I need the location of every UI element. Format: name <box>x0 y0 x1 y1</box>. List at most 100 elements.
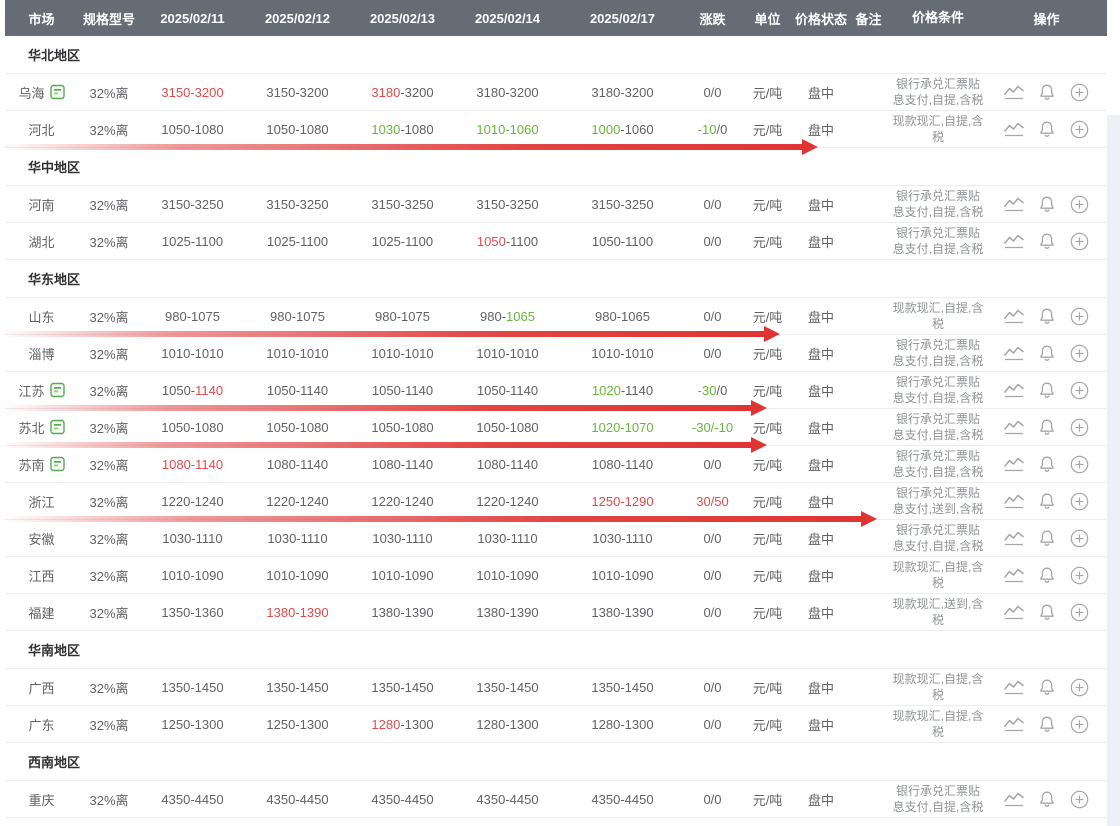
plus-circle-icon[interactable] <box>1069 491 1091 511</box>
bell-icon[interactable] <box>1036 82 1058 102</box>
line-chart-icon[interactable] <box>1003 602 1025 622</box>
bell-icon[interactable] <box>1036 417 1058 437</box>
price-segment: 980-1065 <box>595 308 650 324</box>
note-cell <box>847 594 890 630</box>
bell-icon[interactable] <box>1036 565 1058 585</box>
plus-circle-icon[interactable] <box>1069 417 1091 437</box>
plus-circle-icon[interactable] <box>1069 194 1091 214</box>
bell-icon[interactable] <box>1036 677 1058 697</box>
price-cell: 1250-1300 <box>245 706 350 742</box>
line-chart-icon[interactable] <box>1003 380 1025 400</box>
bell-icon[interactable] <box>1036 454 1058 474</box>
line-chart-icon[interactable] <box>1003 194 1025 214</box>
price-cell: 1025-1100 <box>140 223 245 259</box>
price-segment: 1050 <box>476 233 506 249</box>
line-chart-icon[interactable] <box>1003 343 1025 363</box>
bell-icon[interactable] <box>1036 491 1058 511</box>
line-chart-icon[interactable] <box>1003 528 1025 548</box>
actions-cell <box>986 335 1107 371</box>
price-cell: 1350-1450 <box>455 669 560 705</box>
spec-value: 32%离 <box>89 605 129 621</box>
note-cell <box>847 74 890 110</box>
price-cell: 1030-1110 <box>245 520 350 556</box>
change-segment: 0/0 <box>703 196 722 212</box>
actions-cell <box>986 74 1107 110</box>
plus-circle-icon[interactable] <box>1069 565 1091 585</box>
plus-circle-icon[interactable] <box>1069 231 1091 251</box>
bell-icon[interactable] <box>1036 602 1058 622</box>
plus-circle-icon[interactable] <box>1069 714 1091 734</box>
bell-icon[interactable] <box>1036 231 1058 251</box>
report-doc-icon[interactable] <box>49 419 65 435</box>
price-segment: 4350-4450 <box>266 791 329 807</box>
spec-value: 32%离 <box>89 85 129 101</box>
change-segment: 0/0 <box>703 308 722 324</box>
condition-cell: 银行承兑汇票贴息支付,自提,含税 <box>890 781 986 817</box>
col-header-status: 价格状态 <box>795 11 848 27</box>
line-chart-icon[interactable] <box>1003 119 1025 139</box>
price-table: 市场 规格型号 2025/02/11 2025/02/12 2025/02/13… <box>0 0 1107 818</box>
line-chart-icon[interactable] <box>1003 565 1025 585</box>
status-cell: 盘中 <box>795 781 847 817</box>
line-chart-icon[interactable] <box>1003 454 1025 474</box>
price-segment: 1350-1450 <box>371 679 434 695</box>
bell-icon[interactable] <box>1036 714 1058 734</box>
change-segment: 0/0 <box>703 530 722 546</box>
line-chart-icon[interactable] <box>1003 231 1025 251</box>
report-doc-icon[interactable] <box>49 84 65 100</box>
price-cell: 1010-1010 <box>140 335 245 371</box>
price-segment: 1250-1300 <box>266 716 329 732</box>
col-header-market: 市场 <box>28 11 55 27</box>
condition-cell: 现款现汇,自提,含税 <box>890 298 986 334</box>
bell-icon[interactable] <box>1036 528 1058 548</box>
line-chart-icon[interactable] <box>1003 789 1025 809</box>
line-chart-icon[interactable] <box>1003 417 1025 437</box>
report-doc-icon[interactable] <box>49 456 65 472</box>
plus-circle-icon[interactable] <box>1069 82 1091 102</box>
price-segment: 1220-1240 <box>476 493 539 509</box>
region-header: 华东地区 <box>5 260 1107 298</box>
line-chart-icon[interactable] <box>1003 677 1025 697</box>
spec-cell: 32%离 <box>78 483 140 519</box>
price-segment: 1010-1090 <box>591 567 654 583</box>
bell-icon[interactable] <box>1036 343 1058 363</box>
line-chart-icon[interactable] <box>1003 491 1025 511</box>
plus-circle-icon[interactable] <box>1069 677 1091 697</box>
change-cell: 0/0 <box>685 520 740 556</box>
plus-circle-icon[interactable] <box>1069 454 1091 474</box>
plus-circle-icon[interactable] <box>1069 119 1091 139</box>
line-chart-icon[interactable] <box>1003 306 1025 326</box>
price-segment: 1350-1360 <box>161 604 224 620</box>
plus-circle-icon[interactable] <box>1069 306 1091 326</box>
unit-cell: 元/吨 <box>740 298 795 334</box>
spec-value: 32%离 <box>89 494 129 510</box>
bell-icon[interactable] <box>1036 380 1058 400</box>
price-segment: 1280-1300 <box>591 716 654 732</box>
unit-value: 元/吨 <box>752 122 783 138</box>
line-chart-icon[interactable] <box>1003 82 1025 102</box>
condition-cell: 现款现汇,自提,含税 <box>890 706 986 742</box>
bell-icon[interactable] <box>1036 194 1058 214</box>
condition-value: 现款现汇,自提,含税 <box>892 672 984 702</box>
plus-circle-icon[interactable] <box>1069 343 1091 363</box>
report-doc-icon[interactable] <box>49 382 65 398</box>
status-cell: 盘中 <box>795 335 847 371</box>
condition-cell: 银行承兑汇票贴息支付,自提,含税 <box>890 335 986 371</box>
change-cell: 0/0 <box>685 669 740 705</box>
bell-icon[interactable] <box>1036 789 1058 809</box>
table-row: 河南 32%离 3150-3250 3150-3250 3150-3250 3150-32… <box>5 186 1107 223</box>
col-header-date-2: 2025/02/12 <box>264 10 331 26</box>
plus-circle-icon[interactable] <box>1069 528 1091 548</box>
note-cell <box>847 557 890 593</box>
bell-icon[interactable] <box>1036 119 1058 139</box>
plus-circle-icon[interactable] <box>1069 380 1091 400</box>
price-segment: 1010-1090 <box>266 567 329 583</box>
bell-icon[interactable] <box>1036 306 1058 326</box>
plus-circle-icon[interactable] <box>1069 602 1091 622</box>
region-header: 华北地区 <box>5 36 1107 74</box>
col-header-actions: 操作 <box>1033 11 1060 27</box>
price-segment: 1080-1140 <box>161 456 224 472</box>
line-chart-icon[interactable] <box>1003 714 1025 734</box>
scrollbar-track[interactable] <box>1107 115 1120 826</box>
plus-circle-icon[interactable] <box>1069 789 1091 809</box>
